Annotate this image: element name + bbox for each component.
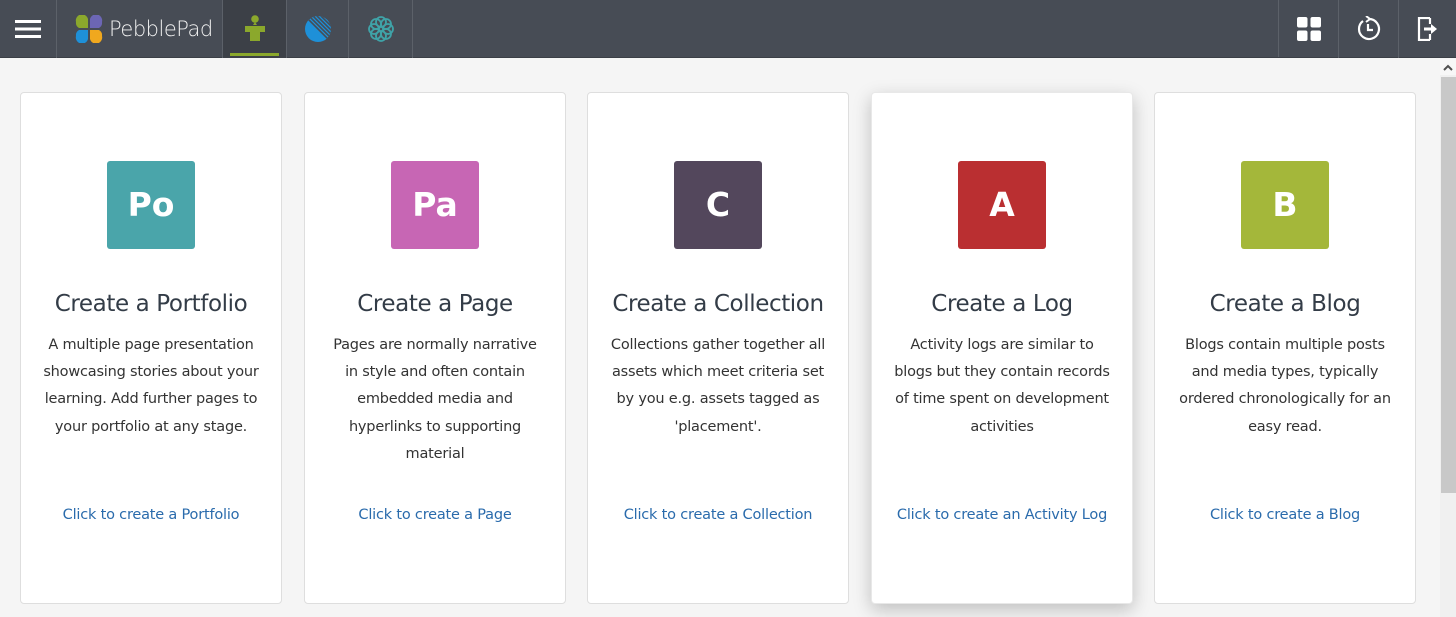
blog-type-icon: B <box>1241 161 1329 249</box>
menu-button[interactable] <box>0 0 57 58</box>
app-switch-flower[interactable] <box>349 0 413 58</box>
card-log[interactable]: A Create a Log Activity logs are similar… <box>871 92 1133 604</box>
create-portfolio-link[interactable]: Click to create a Portfolio <box>21 507 281 523</box>
card-title: Create a Collection <box>612 291 824 317</box>
card-description: Blogs contain multiple posts and media t… <box>1179 337 1391 435</box>
logout-icon <box>1417 17 1437 41</box>
card-title: Create a Blog <box>1209 291 1361 317</box>
dashboard-button[interactable] <box>1279 0 1339 58</box>
history-icon <box>1357 16 1380 41</box>
pebblepad-personal-icon <box>244 15 265 41</box>
brand-logo[interactable]: PebblePad <box>57 0 223 58</box>
create-blog-link[interactable]: Click to create a Blog <box>1155 507 1415 523</box>
recent-activity-button[interactable] <box>1339 0 1399 58</box>
brand-name: PebblePad <box>109 17 213 41</box>
app-switch-personal[interactable] <box>223 0 287 58</box>
create-collection-link[interactable]: Click to create a Collection <box>588 507 848 523</box>
create-activity-log-link[interactable]: Click to create an Activity Log <box>872 507 1132 523</box>
atlas-icon <box>304 16 331 42</box>
vertical-scrollbar[interactable] <box>1440 59 1456 617</box>
pebblepad-logo-icon <box>75 15 103 43</box>
page-type-icon: Pa <box>391 161 479 249</box>
topbar-spacer <box>413 0 1279 57</box>
log-type-icon: A <box>958 161 1046 249</box>
create-page-link[interactable]: Click to create a Page <box>305 507 565 523</box>
card-portfolio[interactable]: Po Create a Portfolio A multiple page pr… <box>20 92 282 604</box>
card-title: Create a Log <box>931 291 1073 317</box>
hamburger-menu-icon <box>15 20 41 38</box>
scroll-up-button[interactable] <box>1440 59 1456 75</box>
logout-button[interactable] <box>1399 0 1456 58</box>
card-description: Activity logs are similar to blogs but t… <box>894 337 1110 435</box>
portfolio-type-icon: Po <box>107 161 195 249</box>
card-blog[interactable]: B Create a Blog Blogs contain multiple p… <box>1154 92 1416 604</box>
app-switch-atlas[interactable] <box>287 0 349 58</box>
chevron-up-icon <box>1443 64 1453 71</box>
top-navigation-bar: PebblePad <box>0 0 1456 58</box>
create-asset-area: Po Create a Portfolio A multiple page pr… <box>0 59 1440 617</box>
card-title: Create a Portfolio <box>54 291 248 317</box>
card-page[interactable]: Pa Create a Page Pages are normally narr… <box>304 92 566 604</box>
card-description: A multiple page presentation showcasing … <box>43 337 259 435</box>
card-description: Collections gather together all assets w… <box>610 337 826 435</box>
flower-icon <box>367 16 394 42</box>
collection-type-icon: C <box>674 161 762 249</box>
card-collection[interactable]: C Create a Collection Collections gather… <box>587 92 849 604</box>
card-description: Pages are normally narrative in style an… <box>333 337 537 462</box>
scrollbar-thumb[interactable] <box>1441 77 1456 493</box>
grid-icon <box>1296 17 1321 41</box>
card-title: Create a Page <box>357 291 513 317</box>
